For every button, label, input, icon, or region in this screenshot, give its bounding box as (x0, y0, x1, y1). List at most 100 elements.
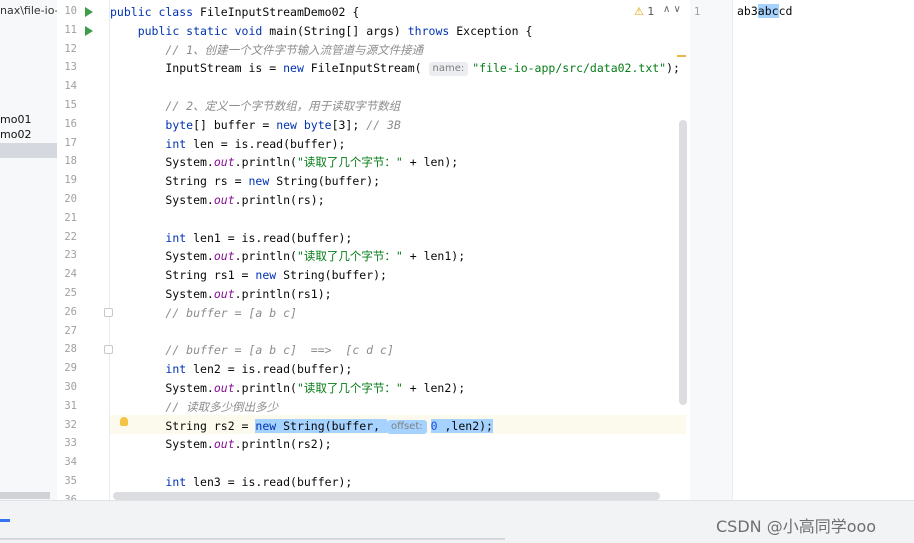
warnings-indicator[interactable]: ⚠ 1 (634, 5, 654, 18)
data-file-content[interactable]: ab3abccd (737, 4, 792, 18)
code-token: int (165, 362, 194, 377)
line-number: 12 (64, 42, 77, 55)
project-file-item[interactable]: mo02 (0, 128, 31, 141)
code-line[interactable]: System.out.println(rs1); (110, 285, 332, 303)
line-number: 34 (64, 456, 77, 469)
code-token: // 读取多少倒出多少 (165, 399, 279, 414)
parameter-hint: name: (428, 62, 469, 77)
code-line[interactable]: System.out.println("读取了几个字节：" + len2); (110, 379, 465, 397)
code-token: InputStream is = (110, 61, 284, 76)
chevron-icons[interactable]: ∧ ∨ (663, 4, 681, 15)
line-number: 14 (64, 80, 77, 93)
code-line[interactable]: System.out.println("读取了几个字节：" + len1); (110, 247, 465, 265)
data-text-selected: abc (757, 4, 779, 18)
code-token: // 2、定义一个字节数组，用于读取字节数组 (165, 99, 401, 113)
line-number: 23 (64, 249, 77, 262)
line-number: 13 (64, 61, 77, 74)
code-line[interactable]: System.out.println(rs); (110, 191, 325, 209)
code-token: "file-io-app/src/data02.txt" (472, 61, 667, 76)
code-token: "读取了几个字节：" (296, 155, 410, 170)
code-token: public class (110, 5, 201, 19)
code-token: // 3B (366, 117, 401, 132)
editor-horizontal-scrollbar[interactable] (113, 492, 660, 500)
code-line[interactable]: // 1、创建一个文件字节输入流管道与源文件接通 (110, 41, 423, 59)
code-token: // 1、创建一个文件字节输入流管道与源文件接通 (165, 42, 424, 57)
code-token: String rs2 = (110, 418, 256, 433)
data-file-gutter: 1 (690, 0, 733, 500)
code-line[interactable]: int len = is.read(buffer); (110, 135, 345, 153)
lightbulb-icon[interactable] (120, 417, 128, 426)
code-token: int (165, 475, 194, 489)
code-token: + len1); (409, 249, 466, 264)
code-token: System. (110, 193, 214, 207)
editor-vertical-scrollbar[interactable] (679, 120, 687, 405)
code-editor[interactable]: public class FileInputStreamDemo02 { pub… (110, 0, 686, 500)
line-number: 29 (64, 362, 77, 375)
code-token: .println( (234, 155, 297, 170)
watermark-text: CSDN @小高同学ooo (716, 517, 877, 536)
code-line[interactable]: int len3 = is.read(buffer); (110, 473, 352, 491)
fold-marker-icon[interactable] (104, 308, 113, 317)
code-token: len2 = is.read(buffer); (193, 362, 353, 377)
code-line[interactable]: System.out.println(rs2); (110, 435, 332, 453)
run-class-icon[interactable] (85, 7, 93, 17)
code-token: + len); (409, 155, 459, 170)
code-token: String rs = (110, 174, 249, 189)
selected-code: String(buffer, (283, 418, 387, 433)
line-number: 22 (64, 230, 77, 243)
code-token: System. (110, 249, 214, 264)
selected-code: new (255, 418, 284, 433)
line-number: 31 (64, 399, 77, 412)
project-panel: nax\file-io-ap mo01 mo02 (0, 0, 58, 500)
code-token: byte (165, 117, 194, 132)
code-line[interactable]: String rs1 = new String(buffer); (110, 266, 387, 284)
code-token: new byte (276, 117, 332, 132)
code-line[interactable]: // buffer = [a b c] (110, 304, 297, 322)
code-token: .println( (234, 249, 297, 264)
code-token: len1 = is.read(buffer); (193, 230, 353, 245)
bottom-divider (0, 538, 505, 540)
code-token: .println(rs2); (234, 437, 332, 452)
fold-marker-icon[interactable] (104, 345, 113, 354)
scrollbar-warning-mark[interactable] (677, 55, 686, 57)
data-file-editor[interactable]: 1 ab3abccd (690, 0, 914, 500)
code-token: .println(rs); (234, 193, 325, 207)
code-token: FileInputStream( (310, 61, 429, 76)
code-token: int (165, 230, 194, 245)
code-token: out (213, 193, 235, 207)
selected-code: 0 (430, 418, 438, 433)
line-number: 21 (64, 211, 77, 224)
code-line[interactable]: String rs2 = new String(buffer, offset: 0… (110, 417, 493, 435)
code-line[interactable]: byte[] buffer = new byte[3]; // 3B (110, 116, 401, 134)
project-horizontal-scrollbar[interactable] (0, 492, 50, 499)
warning-count: 1 (647, 5, 655, 18)
code-line[interactable]: System.out.println("读取了几个字节：" + len); (110, 153, 458, 171)
code-line[interactable]: public class FileInputStreamDemo02 { (110, 3, 359, 21)
active-tool-indicator (0, 519, 10, 522)
code-line[interactable]: // buffer = [a b c] ==> [c d c] (110, 341, 393, 359)
project-selected-row[interactable] (0, 143, 57, 158)
code-token: System. (110, 155, 214, 170)
code-line[interactable]: // 读取多少倒出多少 (110, 398, 278, 416)
line-number: 19 (64, 174, 77, 187)
line-number: 16 (64, 117, 77, 130)
code-line[interactable]: InputStream is = new FileInputStream( na… (110, 59, 680, 77)
project-file-item[interactable]: mo01 (0, 113, 31, 126)
code-token: new (255, 268, 284, 283)
code-line[interactable]: // 2、定义一个字节数组，用于读取字节数组 (110, 97, 400, 115)
line-number: 35 (64, 475, 77, 487)
code-line[interactable]: String rs = new String(buffer); (110, 172, 380, 190)
line-number: 20 (64, 193, 77, 205)
code-line[interactable]: int len2 = is.read(buffer); (110, 360, 352, 378)
code-line[interactable]: public static void main(String[] args) t… (110, 22, 533, 40)
code-token: .println(rs1); (234, 287, 332, 301)
run-main-icon[interactable] (85, 26, 93, 36)
code-line[interactable]: int len1 = is.read(buffer); (110, 229, 352, 247)
code-token: [] buffer = (193, 117, 277, 132)
